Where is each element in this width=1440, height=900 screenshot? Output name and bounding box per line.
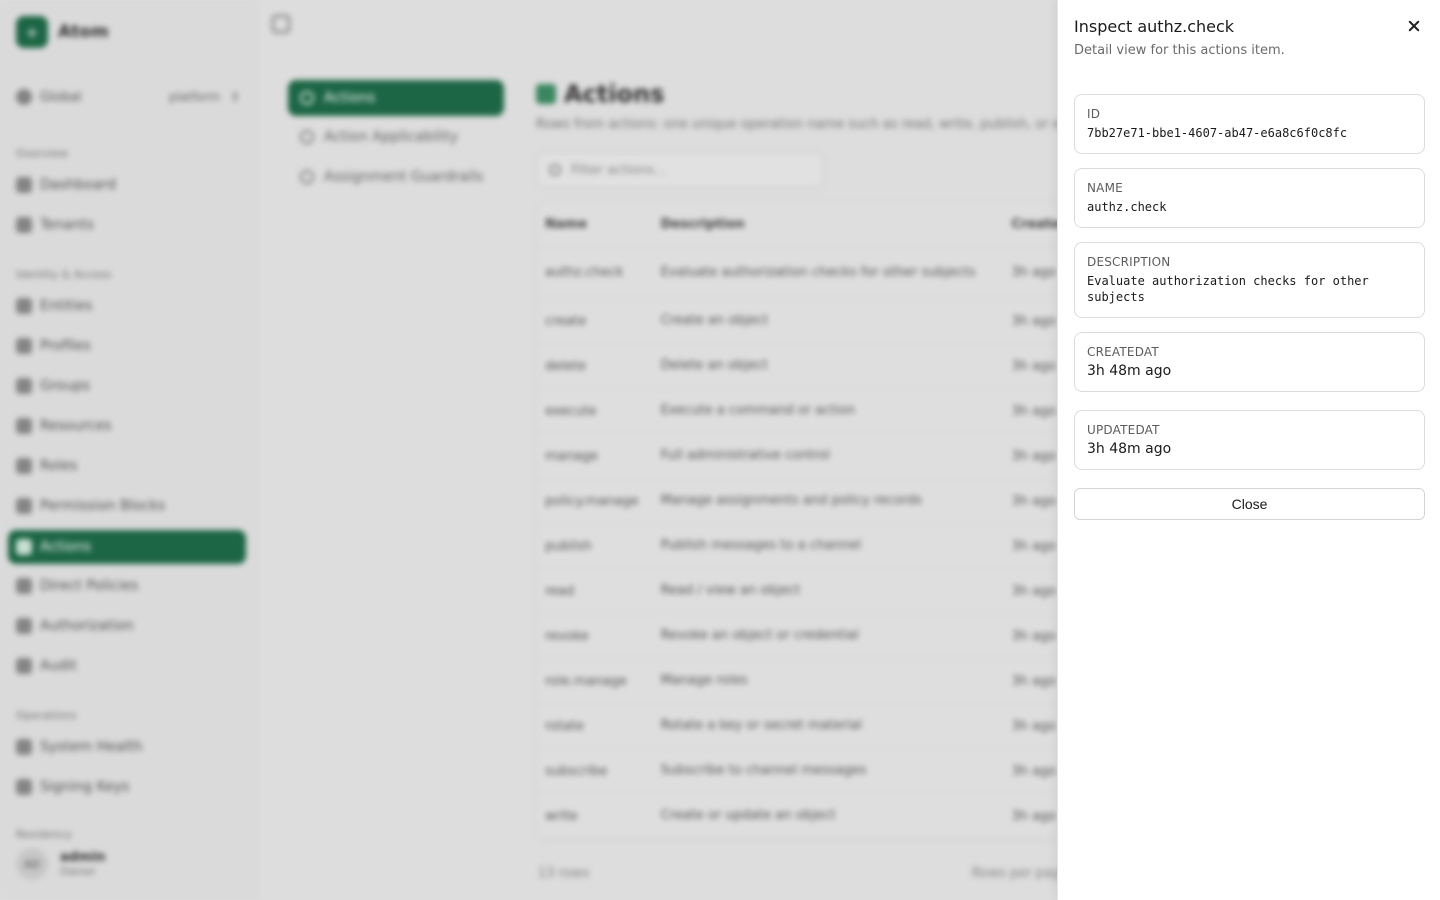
drawer-subtitle: Detail view for this actions item.	[1074, 43, 1285, 58]
close-button[interactable]: Close	[1074, 488, 1425, 520]
close-icon[interactable]	[1404, 16, 1424, 36]
field-label: UPDATEDAT	[1087, 423, 1160, 437]
inspect-drawer: Inspect authz.check Detail view for this…	[1057, 0, 1440, 900]
field-value: authz.check	[1087, 200, 1167, 214]
field-label: NAME	[1087, 181, 1123, 195]
drawer-title: Inspect authz.check	[1074, 17, 1235, 36]
field-id: ID 7bb27e71-bbe1-4607-ab47-e6a8c6f0c8fc	[1074, 94, 1425, 154]
field-value: 3h 48m ago	[1087, 441, 1172, 457]
field-value: 7bb27e71-bbe1-4607-ab47-e6a8c6f0c8fc	[1087, 126, 1348, 140]
field-updatedat: UPDATEDAT 3h 48m ago	[1074, 410, 1425, 470]
field-label: CREATEDAT	[1087, 345, 1159, 359]
field-createdat: CREATEDAT 3h 48m ago	[1074, 332, 1425, 392]
field-label: ID	[1087, 107, 1101, 121]
field-description: DESCRIPTION Evaluate authorization check…	[1074, 242, 1425, 318]
field-name: NAME authz.check	[1074, 168, 1425, 228]
field-value: Evaluate authorization checks for other …	[1087, 274, 1369, 304]
field-value: 3h 48m ago	[1087, 363, 1172, 379]
field-label: DESCRIPTION	[1087, 255, 1171, 269]
